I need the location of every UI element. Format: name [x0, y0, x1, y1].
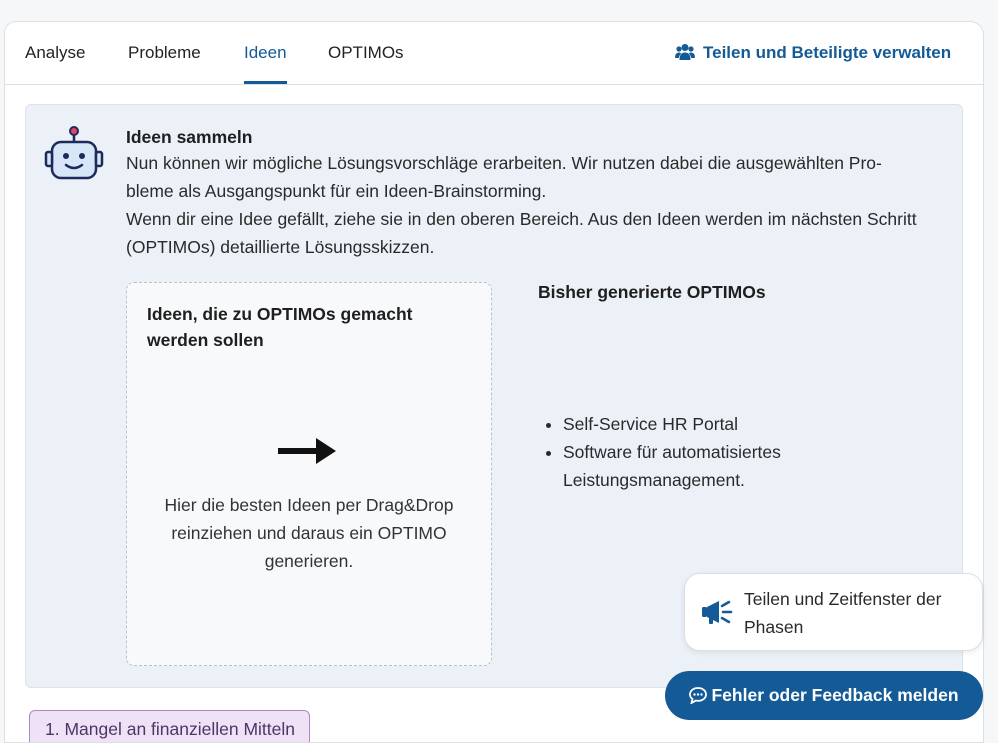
- feedback-label: Fehler oder Feedback melden: [711, 685, 959, 705]
- tab-optimos[interactable]: OPTIMOs: [328, 22, 404, 84]
- dropzone-hint: Hier die besten Ideen per Drag&Drop rein…: [164, 495, 454, 571]
- users-icon: [675, 44, 695, 60]
- tab-probleme[interactable]: Probleme: [128, 22, 201, 84]
- share-manage-label: Teilen und Beteiligte verwalten: [703, 43, 952, 62]
- list-item: Self-Service HR Portal: [563, 410, 863, 438]
- share-phases-button[interactable]: Teilen und Zeitfenster der Phasen: [684, 573, 983, 651]
- tab-ideen[interactable]: Ideen: [244, 22, 287, 84]
- robot-icon: [44, 126, 104, 180]
- arrow-right-icon: [278, 438, 336, 464]
- share-manage-link[interactable]: Teilen und Beteiligte verwalten: [675, 22, 951, 84]
- tab-analyse[interactable]: Analyse: [25, 22, 85, 84]
- megaphone-icon: [702, 600, 733, 624]
- chat-icon: [689, 687, 708, 705]
- intro-line: (OPTIMOs) detaillierte Lösungsskizzen.: [126, 237, 435, 257]
- share-phases-label: Teilen und Zeitfenster der Phasen: [744, 589, 942, 637]
- intro-heading: Ideen sammeln: [126, 127, 253, 147]
- intro-line: Wenn dir eine Idee gefällt, ziehe sie in…: [126, 209, 917, 229]
- intro-line: bleme als Ausgangspunkt für ein Ideen-Br…: [126, 181, 547, 201]
- feedback-button[interactable]: Fehler oder Feedback melden: [665, 671, 983, 720]
- intro-text: Ideen sammeln Nun können wir mögliche Lö…: [126, 125, 956, 261]
- list-item: Software für automatisiertes Leistungsma…: [563, 438, 863, 494]
- generated-optimos-title: Bisher generierte OPTIMOs: [538, 282, 766, 302]
- generated-optimos-list: Self-Service HR Portal Software für auto…: [538, 410, 863, 494]
- problem-chip[interactable]: 1. Mangel an finanziellen Mitteln: [29, 710, 310, 742]
- tab-bar: Analyse Probleme Ideen OPTIMOs Teilen un…: [5, 22, 983, 85]
- idea-dropzone[interactable]: Ideen, die zu OPTIMOs gemacht werden sol…: [126, 282, 492, 666]
- dropzone-title: Ideen, die zu OPTIMOs gemacht werden sol…: [147, 304, 413, 350]
- intro-line: Nun können wir mögliche Lösungsvorschläg…: [126, 153, 882, 173]
